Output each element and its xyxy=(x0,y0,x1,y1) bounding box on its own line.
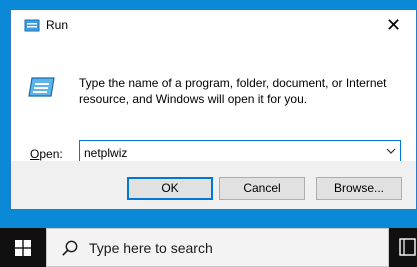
start-button[interactable] xyxy=(0,228,46,267)
dialog-description: Type the name of a program, folder, docu… xyxy=(79,76,387,106)
open-label-text: pen: xyxy=(39,147,63,161)
task-view-icon[interactable] xyxy=(398,236,417,258)
dialog-body: Type the name of a program, folder, docu… xyxy=(11,40,416,164)
search-placeholder: Type here to search xyxy=(89,240,213,256)
close-icon: ✕ xyxy=(385,14,402,36)
title-bar[interactable]: Run ✕ xyxy=(11,10,416,40)
run-icon xyxy=(28,77,55,97)
search-icon xyxy=(62,240,78,256)
dialog-title: Run xyxy=(46,18,69,32)
browse-button-label: Browse... xyxy=(333,181,384,195)
taskbar: Type here to search xyxy=(0,228,417,267)
taskbar-search-box[interactable]: Type here to search xyxy=(46,228,389,267)
run-dialog: Run ✕ Type the name of a program, folder… xyxy=(10,9,417,210)
open-input[interactable]: netplwiz xyxy=(84,146,127,160)
browse-button[interactable]: Browse... xyxy=(316,177,402,200)
run-app-icon xyxy=(24,19,40,32)
ok-button[interactable]: OK xyxy=(127,177,213,200)
dialog-footer: OK Cancel Browse... xyxy=(11,161,416,209)
chevron-down-icon[interactable] xyxy=(386,148,396,155)
cancel-button[interactable]: Cancel xyxy=(219,177,305,200)
close-button[interactable]: ✕ xyxy=(371,10,416,40)
windows-logo-icon xyxy=(15,239,31,256)
open-label: Open: xyxy=(30,147,63,161)
open-label-mnemonic: O xyxy=(30,147,40,161)
